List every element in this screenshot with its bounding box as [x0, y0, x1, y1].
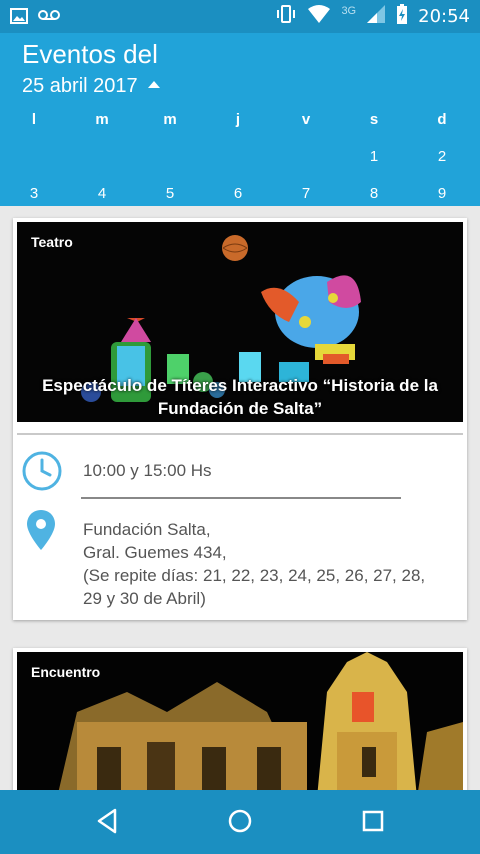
calendar-day[interactable]: 5	[150, 185, 190, 202]
navigation-bar	[0, 790, 480, 854]
event-title: Espectáculo de Títeres Interactivo “Hist…	[17, 374, 463, 420]
weekday-label: s	[369, 111, 379, 128]
image-icon	[10, 8, 28, 29]
calendar-day[interactable]: 9	[422, 185, 462, 202]
back-button[interactable]	[90, 806, 124, 840]
event-title-line: Fundación de Salta”	[157, 399, 323, 418]
selected-date: 25 abril 2017	[22, 75, 138, 97]
weekday-header: l m m j v s d	[0, 111, 480, 135]
calendar-day[interactable]: 4	[82, 185, 122, 202]
back-icon	[95, 808, 119, 839]
voicemail-icon	[38, 8, 60, 29]
app-header: Eventos del 25 abril 2017 l m m j v s d …	[0, 33, 480, 206]
page-title: Eventos del	[22, 39, 158, 69]
recents-button[interactable]	[356, 806, 390, 840]
signal-icon	[366, 4, 386, 29]
clock: 20:54	[418, 6, 470, 27]
location-pin-icon	[25, 508, 57, 557]
event-card[interactable]: Teatro Espectáculo de Títeres Interactiv…	[13, 218, 467, 620]
event-image[interactable]: Encuentro	[17, 652, 463, 798]
home-button[interactable]	[223, 806, 257, 840]
location-line: (Se repite días: 21, 22, 23, 24, 25, 26,…	[83, 566, 426, 585]
event-location: Fundación Salta, Gral. Guemes 434, (Se r…	[83, 518, 458, 610]
event-card[interactable]: Encuentro	[13, 648, 467, 798]
weekday-label: m	[163, 111, 177, 128]
date-selector[interactable]: 25 abril 2017	[22, 75, 160, 98]
calendar-day[interactable]: 8	[354, 185, 394, 202]
event-image[interactable]: Teatro Espectáculo de Títeres Interactiv…	[17, 222, 463, 422]
event-title-line: Espectáculo de Títeres Interactivo “Hist…	[42, 376, 438, 395]
event-time: 10:00 y 15:00 Hs	[83, 461, 212, 480]
recents-icon	[361, 809, 385, 838]
calendar-day[interactable]: 2	[422, 148, 462, 165]
location-line: Fundación Salta,	[83, 520, 211, 539]
network-type: 3G	[341, 4, 357, 17]
caret-up-icon[interactable]	[147, 81, 160, 88]
home-icon	[227, 808, 253, 839]
weekday-label: l	[31, 111, 37, 128]
event-category: Encuentro	[31, 664, 101, 680]
calendar-day[interactable]: 6	[218, 185, 258, 202]
calendar-week: 1 2	[0, 148, 480, 172]
wifi-icon	[307, 4, 331, 29]
weekday-label: v	[301, 111, 311, 128]
location-line: Gral. Guemes 434,	[83, 543, 227, 562]
divider	[81, 497, 401, 499]
status-bar: 3G 20:54	[0, 0, 480, 33]
event-category: Teatro	[31, 234, 73, 250]
calendar-day[interactable]: 1	[354, 148, 394, 165]
clock-icon	[21, 450, 63, 497]
calendar-day[interactable]: 7	[286, 185, 326, 202]
calendar-day[interactable]: 3	[14, 185, 54, 202]
battery-icon	[396, 4, 408, 29]
weekday-label: d	[437, 111, 447, 128]
weekday-label: m	[95, 111, 109, 128]
vibrate-icon	[275, 4, 297, 29]
divider	[17, 433, 463, 435]
weekday-label: j	[235, 111, 241, 128]
location-line: 29 y 30 de Abril)	[83, 589, 206, 608]
calendar-week: 3 4 5 6 7 8 9	[0, 185, 480, 209]
